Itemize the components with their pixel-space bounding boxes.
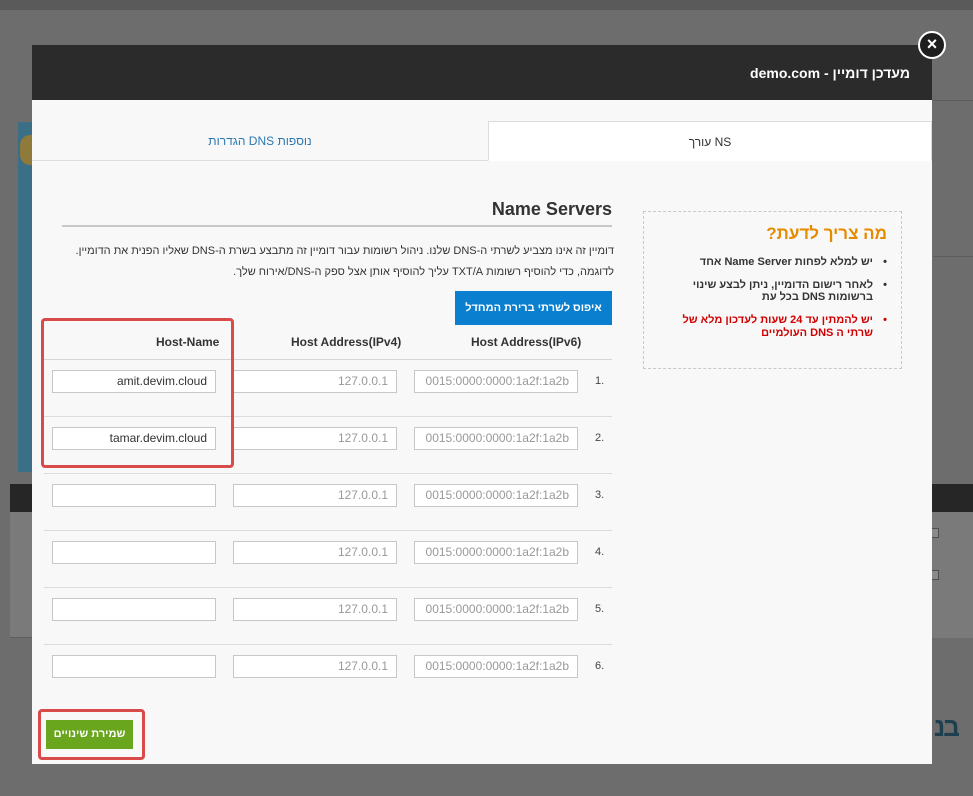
info-box: מה צריך לדעת? יש למלא לפחות Name Server … (643, 211, 902, 369)
tab-dns-settings[interactable]: הגדרות DNS נוספות (32, 121, 488, 161)
modal-title: מעדכן דומיין - demo.com (750, 65, 910, 81)
row-number: 5. (595, 603, 605, 615)
section-title: Name Servers (491, 199, 612, 219)
info-item: יש למלא לפחות Name Server אחד (658, 256, 887, 269)
ipv6-input[interactable]: 0015:0000:0000:1a2f:1a2b (414, 370, 578, 393)
info-title: מה צריך לדעת? (766, 224, 887, 243)
host-name-highlight-frame (41, 318, 234, 468)
row-number: 2. (595, 432, 605, 444)
row-number: 6. (595, 660, 605, 672)
ipv4-input[interactable]: 127.0.0.1 (233, 370, 397, 393)
info-item-warning: יש להמתין עד 24 שעות לעדכון מלא של שרתי … (658, 314, 887, 339)
info-item: לאחר רישום הדומיין, ניתן לבצע שינוי ברשו… (658, 279, 887, 304)
tab-bar: עורך NS הגדרות DNS נוספות (32, 121, 932, 161)
ipv6-input[interactable]: 0015:0000:0000:1a2f:1a2b (414, 484, 578, 507)
background-table-rows (10, 512, 34, 638)
ipv6-input[interactable]: 0015:0000:0000:1a2f:1a2b (414, 427, 578, 450)
ipv6-input[interactable]: 0015:0000:0000:1a2f:1a2b (414, 655, 578, 678)
host-name-input[interactable] (52, 484, 216, 507)
ns-row: 127.0.0.1 0015:0000:0000:1a2f:1a2b 5. (44, 588, 612, 645)
ipv4-input[interactable]: 127.0.0.1 (233, 484, 397, 507)
ipv4-input[interactable]: 127.0.0.1 (233, 598, 397, 621)
background-divider (933, 256, 973, 257)
row-number: 4. (595, 546, 605, 558)
host-name-input[interactable] (52, 541, 216, 564)
tab-ns-editor[interactable]: עורך NS (488, 121, 932, 161)
save-changes-button[interactable]: שמירת שינויים (46, 720, 133, 749)
host-name-input[interactable] (52, 655, 216, 678)
background-topbar (0, 0, 973, 10)
background-checkbox (931, 570, 939, 580)
background-checkbox (931, 528, 939, 538)
ipv4-input[interactable]: 127.0.0.1 (233, 541, 397, 564)
description-line: לדוגמה, כדי להוסיף רשומות TXT/A עליך להו… (233, 266, 614, 278)
background-divider (933, 100, 973, 101)
info-list: יש למלא לפחות Name Server אחד לאחר רישום… (658, 256, 887, 339)
ipv6-input[interactable]: 0015:0000:0000:1a2f:1a2b (414, 541, 578, 564)
ns-row: 127.0.0.1 0015:0000:0000:1a2f:1a2b 6. (44, 645, 612, 702)
column-header-ipv6: Host Address(IPv6) (471, 335, 582, 349)
ns-row: 127.0.0.1 0015:0000:0000:1a2f:1a2b 4. (44, 531, 612, 588)
column-header-ipv4: Host Address(IPv4) (291, 335, 402, 349)
reset-default-servers-button[interactable]: איפוס לשרתי ברירת המחדל (455, 291, 612, 325)
ipv4-input[interactable]: 127.0.0.1 (233, 655, 397, 678)
dns-editor-modal: מעדכן דומיין - demo.com עורך NS הגדרות D… (32, 45, 932, 764)
ns-row: 127.0.0.1 0015:0000:0000:1a2f:1a2b 3. (44, 474, 612, 531)
host-name-input[interactable] (52, 598, 216, 621)
close-icon[interactable]: × (918, 31, 946, 59)
section-divider (62, 225, 612, 227)
background-table-header (932, 484, 973, 512)
background-table-header (10, 484, 34, 512)
section-description: דומיין זה אינו מצביע לשרתי ה-DNS שלנו. נ… (54, 241, 614, 283)
background-logo: בנ (934, 712, 960, 742)
row-number: 3. (595, 489, 605, 501)
modal-header: מעדכן דומיין - demo.com (32, 45, 932, 100)
description-line: דומיין זה אינו מצביע לשרתי ה-DNS שלנו. נ… (75, 245, 614, 257)
ipv6-input[interactable]: 0015:0000:0000:1a2f:1a2b (414, 598, 578, 621)
row-number: 1. (595, 375, 605, 387)
ipv4-input[interactable]: 127.0.0.1 (233, 427, 397, 450)
